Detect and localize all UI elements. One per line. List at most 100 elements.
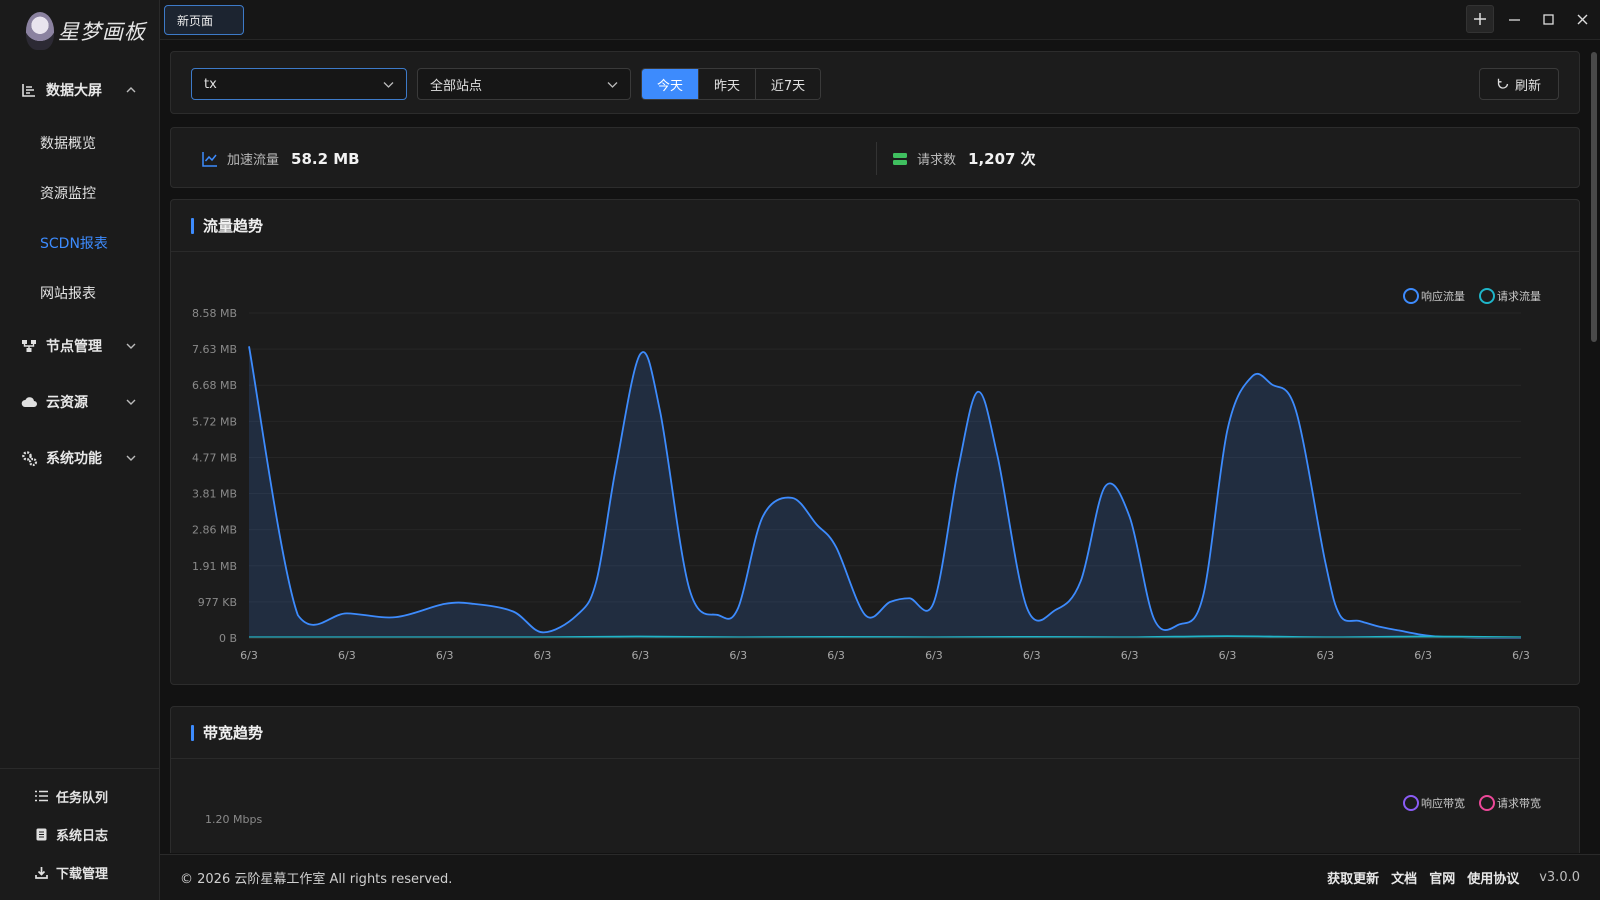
sidebar-item-scdn-report[interactable]: SCDN报表	[0, 218, 159, 268]
x-tick-label: 6/3	[1316, 649, 1334, 662]
title-accent-bar	[191, 217, 194, 234]
logo-text: 星梦画板	[58, 20, 146, 44]
sidebar: 星梦画板 数据大屏 数据概览 资源监控 SCDN报表 网站报表 节点管理 云资源	[0, 0, 160, 900]
sidebar-item-download-manager[interactable]: 下载管理	[0, 853, 160, 891]
refresh-button[interactable]: 刷新	[1479, 68, 1559, 100]
bottom-item-label: 下载管理	[56, 866, 109, 882]
y-tick-label: 8.58 MB	[192, 307, 237, 320]
title-bar: 新页面	[160, 0, 1600, 40]
nav-group-nodes[interactable]: 节点管理	[0, 318, 159, 374]
footer-links: 获取更新 文档 官网 使用协议 v3.0.0	[1327, 868, 1580, 887]
server-icon	[891, 150, 909, 168]
sidebar-item-system-log[interactable]: 系统日志	[0, 815, 160, 853]
line-chart-icon	[201, 150, 219, 168]
close-icon	[1577, 14, 1587, 24]
site-select[interactable]: 全部站点	[417, 68, 631, 100]
chevron-down-icon	[123, 394, 139, 410]
link-website[interactable]: 官网	[1429, 868, 1455, 887]
maximize-button[interactable]	[1534, 5, 1562, 33]
legend-response-bandwidth[interactable]: 响应带宽	[1403, 795, 1465, 811]
link-terms[interactable]: 使用协议	[1467, 868, 1519, 887]
y-tick-label: 977 KB	[198, 596, 237, 609]
tab-new-page[interactable]: 新页面	[164, 5, 244, 35]
scrollbar-thumb[interactable]	[1591, 52, 1597, 342]
stat-traffic: 加速流量 58.2 MB	[201, 128, 360, 189]
sidebar-item-site-report[interactable]: 网站报表	[0, 268, 159, 318]
date-range-segmented: 今天 昨天 近7天	[641, 68, 821, 100]
y-tick-label: 5.72 MB	[192, 415, 237, 428]
link-docs[interactable]: 文档	[1391, 868, 1417, 887]
sidebar-item-overview[interactable]: 数据概览	[0, 118, 159, 168]
download-icon	[34, 865, 48, 879]
range-yesterday-button[interactable]: 昨天	[699, 69, 756, 99]
nav-group-dashboard[interactable]: 数据大屏	[0, 62, 159, 118]
cloud-icon	[20, 393, 38, 411]
app-logo[interactable]: 星梦画板	[0, 0, 159, 62]
x-tick-label: 6/3	[338, 649, 356, 662]
range-today-button[interactable]: 今天	[642, 69, 699, 99]
close-button[interactable]	[1568, 5, 1596, 33]
stat-traffic-value: 58.2 MB	[291, 149, 360, 168]
x-tick-label: 6/3	[925, 649, 943, 662]
stat-requests-value: 1,207 次	[968, 150, 1036, 168]
x-tick-label: 6/3	[1414, 649, 1432, 662]
bottom-item-label: 系统日志	[56, 828, 109, 844]
maximize-icon	[1542, 13, 1554, 25]
x-tick-label: 6/3	[1512, 649, 1530, 662]
series-area-response	[249, 346, 1521, 638]
chevron-up-icon	[123, 82, 139, 98]
copyright: © 2026 云阶星幕工作室 All rights reserved.	[180, 872, 453, 887]
nav-group-label: 系统功能	[46, 451, 102, 467]
filter-toolbar: tx 全部站点 今天 昨天 近7天 刷新	[170, 51, 1580, 114]
sidebar-item-task-queue[interactable]: 任务队列	[0, 777, 160, 815]
scrollbar[interactable]	[1590, 42, 1598, 852]
nav-group-system[interactable]: 系统功能	[0, 430, 159, 486]
legend-label: 响应带宽	[1421, 797, 1465, 810]
nav-group-label: 云资源	[46, 395, 88, 411]
stat-requests: 请求数 1,207 次	[891, 128, 1036, 189]
nav-group-cloud[interactable]: 云资源	[0, 374, 159, 430]
x-tick-label: 6/3	[632, 649, 650, 662]
x-tick-label: 6/3	[729, 649, 747, 662]
legend-request-bandwidth[interactable]: 请求带宽	[1479, 795, 1541, 811]
x-tick-label: 6/3	[1121, 649, 1139, 662]
x-tick-label: 6/3	[1023, 649, 1041, 662]
site-select-value: 全部站点	[430, 78, 483, 94]
refresh-icon	[1497, 78, 1509, 89]
user-select[interactable]: tx	[191, 68, 407, 100]
legend-dot	[1479, 795, 1495, 811]
x-tick-label: 6/3	[240, 649, 258, 662]
x-tick-label: 6/3	[534, 649, 552, 662]
minimize-icon	[1508, 18, 1520, 21]
y-tick-label: 0 B	[219, 632, 237, 645]
traffic-chart-title: 流量趋势	[203, 217, 264, 235]
range-7days-button[interactable]: 近7天	[756, 69, 820, 99]
sidebar-item-resource-monitor[interactable]: 资源监控	[0, 168, 159, 218]
nodes-icon	[20, 337, 38, 355]
traffic-chart: 0 B 977 KB 1.91 MB 2.86 MB 3.81 MB 4.77 MB 5.7…	[192, 307, 1530, 662]
list-icon	[34, 789, 48, 803]
log-icon	[34, 827, 48, 841]
legend-label: 请求带宽	[1497, 797, 1541, 810]
bandwidth-chart-title: 带宽趋势	[203, 724, 264, 742]
traffic-chart-panel: 流量趋势 响应流量 请求流量 0 B 977 KB 1.91 MB 2.86 MB 3.…	[170, 199, 1580, 685]
bottom-item-label: 任务队列	[56, 790, 109, 806]
minimize-button[interactable]	[1500, 5, 1528, 33]
plus-icon	[1474, 13, 1486, 25]
panel-header: 带宽趋势	[171, 707, 1579, 759]
link-get-updates[interactable]: 获取更新	[1327, 868, 1379, 887]
new-tab-button[interactable]	[1466, 5, 1494, 33]
nav-group-label: 节点管理	[46, 339, 102, 355]
x-tick-label: 6/3	[1219, 649, 1237, 662]
y-tick-label: 7.63 MB	[192, 343, 237, 356]
nav-group-label: 数据大屏	[46, 83, 102, 99]
stat-traffic-label: 加速流量	[227, 153, 280, 168]
stats-bar: 加速流量 58.2 MB 请求数 1,207 次	[170, 127, 1580, 188]
footer: © 2026 云阶星幕工作室 All rights reserved. 获取更新…	[160, 854, 1600, 900]
y-tick-label: 2.86 MB	[192, 524, 237, 537]
title-accent-bar	[191, 724, 194, 741]
bandwidth-chart-panel: 带宽趋势 响应带宽 请求带宽 1.20 Mbps	[170, 706, 1580, 853]
chart-icon	[20, 81, 38, 99]
y-tick-label: 4.77 MB	[192, 451, 237, 464]
chevron-down-icon	[607, 81, 618, 88]
